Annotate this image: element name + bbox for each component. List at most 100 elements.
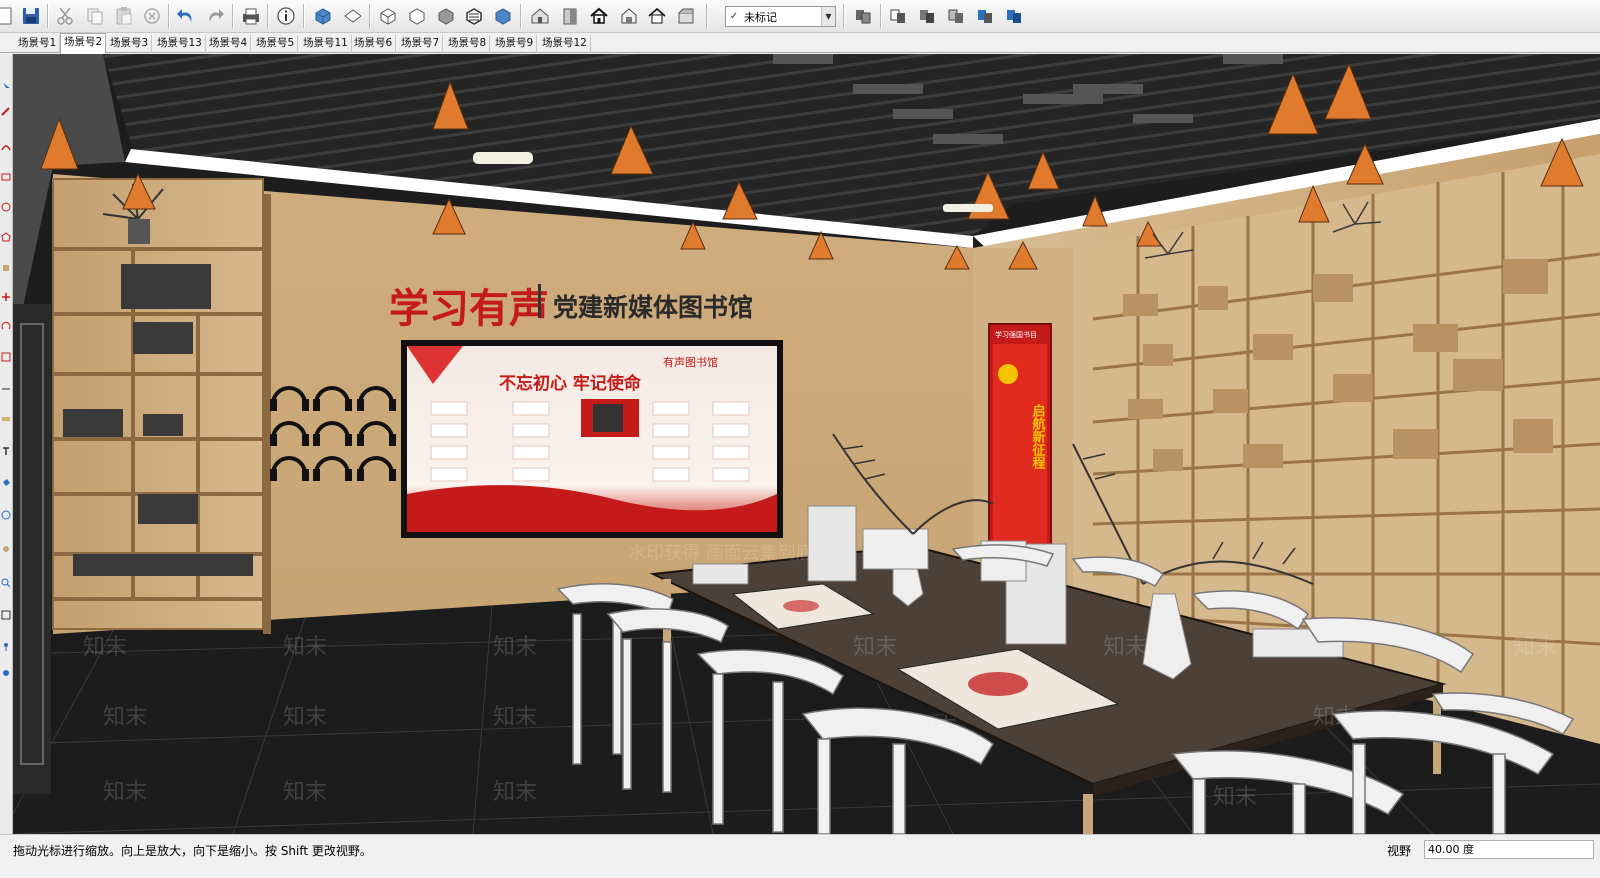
circle-icon[interactable]: [1, 202, 11, 212]
main-toolbar: ✓ 未标记 ▼: [0, 0, 1600, 33]
tag-select[interactable]: ✓ 未标记 ▼: [725, 6, 836, 27]
model-info-icon[interactable]: [273, 3, 299, 29]
status-bar: 拖动光标进行缩放。向上是放大，向下是缩小。按 Shift 更改视野。 视野 40…: [0, 834, 1600, 878]
chevron-down-icon[interactable]: ▼: [821, 7, 835, 26]
measurements-input[interactable]: 40.00 度: [1424, 840, 1594, 859]
look-around-icon[interactable]: [1, 668, 11, 678]
section-display-icon[interactable]: [885, 3, 911, 29]
screen-header: 有声图书馆: [663, 355, 718, 369]
sketchup-window: ✓ 未标记 ▼ 场景号1 场景号2 场景号3 场景号13 场景号4 场景号5 场…: [0, 0, 1600, 878]
paint-bucket-icon[interactable]: [1, 478, 11, 488]
watermark: 知末: [913, 715, 957, 740]
undo-icon[interactable]: [173, 3, 199, 29]
push-pull-icon[interactable]: [1, 262, 11, 272]
right-view-icon[interactable]: [404, 3, 430, 29]
tab-scene-1[interactable]: 场景号1: [15, 35, 61, 53]
left-door: [13, 304, 51, 794]
left-view-icon[interactable]: [461, 3, 487, 29]
display-screen: 有声图书馆 不忘初心 牢记使命: [401, 340, 783, 538]
erase-icon[interactable]: [139, 3, 165, 29]
tab-scene-2[interactable]: 场景号2: [60, 33, 107, 54]
watermark: 知末: [493, 780, 537, 805]
save-icon[interactable]: [18, 3, 44, 29]
move-icon[interactable]: [1, 292, 11, 302]
watermark-banner: 水印获得 画面云集到底: [628, 543, 814, 564]
pencil-icon[interactable]: [1, 106, 11, 116]
watermark: 知末: [1313, 705, 1357, 730]
house-outline-icon[interactable]: [616, 3, 642, 29]
walk-icon[interactable]: [1, 642, 11, 652]
zoom-icon[interactable]: [1, 578, 11, 588]
status-hint: 拖动光标进行缩放。向上是放大，向下是缩小。按 Shift 更改视野。: [13, 844, 372, 858]
screen-title: 不忘初心 牢记使命: [499, 373, 642, 394]
poster-slogan: 启航新征程: [1030, 403, 1046, 470]
arc-icon[interactable]: [1, 142, 11, 152]
text-icon[interactable]: [1, 446, 11, 456]
redo-icon[interactable]: [202, 3, 228, 29]
watermark: 知末: [283, 635, 327, 660]
measurements-label: 视野: [1387, 844, 1412, 858]
watermark: 知末: [493, 635, 537, 660]
tab-scene-4[interactable]: 场景号4: [206, 35, 252, 53]
house-icon[interactable]: [586, 3, 612, 29]
section-fill-icon[interactable]: [943, 3, 969, 29]
polygon-icon[interactable]: [1, 232, 11, 242]
section-cut-icon[interactable]: [914, 3, 940, 29]
paste-icon[interactable]: [111, 3, 137, 29]
tab-scene-9[interactable]: 场景号9: [492, 35, 538, 53]
watermark: 知末: [283, 705, 327, 730]
left-bookcase: [52, 178, 264, 630]
model-viewport[interactable]: 学习有声 党建新媒体图书馆 有声图书馆 不忘初心 牢记使命 学习强国书目 启航新…: [13, 54, 1600, 834]
tab-scene-13[interactable]: 场景号13: [154, 35, 206, 53]
rotate-icon[interactable]: [1, 322, 11, 332]
section-toggle-icon[interactable]: [972, 3, 998, 29]
wall-headline: 党建新媒体图书馆: [553, 293, 753, 322]
orbit-icon[interactable]: [1, 510, 11, 520]
watermark: 知末: [1103, 635, 1147, 660]
copy-icon[interactable]: [82, 3, 108, 29]
front-view-icon[interactable]: [375, 3, 401, 29]
watermark: 知末: [83, 635, 127, 660]
iso-view-icon[interactable]: [310, 3, 336, 29]
tab-scene-3[interactable]: 场景号3: [107, 35, 153, 53]
tag-select-value: 未标记: [744, 10, 777, 24]
offset-icon[interactable]: [1, 384, 11, 394]
pan-icon[interactable]: [1, 544, 11, 554]
cut-icon[interactable]: [52, 3, 78, 29]
house-roof-icon[interactable]: [644, 3, 670, 29]
scene-tabs: 场景号1 场景号2 场景号3 场景号13 场景号4 场景号5 场景号11 场景号…: [0, 33, 1600, 54]
watermark: 知末: [103, 780, 147, 805]
tab-scene-6[interactable]: 场景号6: [351, 35, 397, 53]
tag-check-icon: ✓: [729, 11, 739, 22]
back-view-icon[interactable]: [433, 3, 459, 29]
new-file-icon[interactable]: [0, 3, 18, 29]
tape-measure-icon[interactable]: [1, 414, 11, 424]
tab-scene-5[interactable]: 场景号5: [253, 35, 299, 53]
watermark: 知末: [103, 705, 147, 730]
rectangle-icon[interactable]: [1, 172, 11, 182]
tab-scene-7[interactable]: 场景号7: [398, 35, 444, 53]
warehouse-icon[interactable]: [527, 3, 553, 29]
shaded-textures-icon[interactable]: [1001, 3, 1027, 29]
zoom-extents-icon[interactable]: [1, 610, 11, 620]
watermark: 知末: [1513, 635, 1557, 660]
logo-text: 学习有声: [389, 285, 549, 332]
watermark: 知末: [493, 705, 537, 730]
print-icon[interactable]: [238, 3, 264, 29]
component-icon[interactable]: [557, 3, 583, 29]
select-icon[interactable]: [1, 82, 11, 92]
bottom-view-icon[interactable]: [490, 3, 516, 29]
scale-icon[interactable]: [1, 352, 11, 362]
tab-scene-12[interactable]: 场景号12: [539, 35, 591, 53]
watermark: 知末: [283, 780, 327, 805]
left-toolbar: [0, 54, 13, 834]
tab-scene-11[interactable]: 场景号11: [300, 35, 352, 53]
party-poster: 学习强国书目 启航新征程: [988, 323, 1052, 555]
watermark: 知末: [1213, 785, 1257, 810]
top-view-icon[interactable]: [340, 3, 366, 29]
tab-scene-8[interactable]: 场景号8: [445, 35, 491, 53]
poster-top-label: 学习强国书目: [995, 330, 1037, 339]
watermark: 知末: [853, 635, 897, 660]
section-plane-icon[interactable]: [850, 3, 876, 29]
extension-icon[interactable]: [673, 3, 699, 29]
